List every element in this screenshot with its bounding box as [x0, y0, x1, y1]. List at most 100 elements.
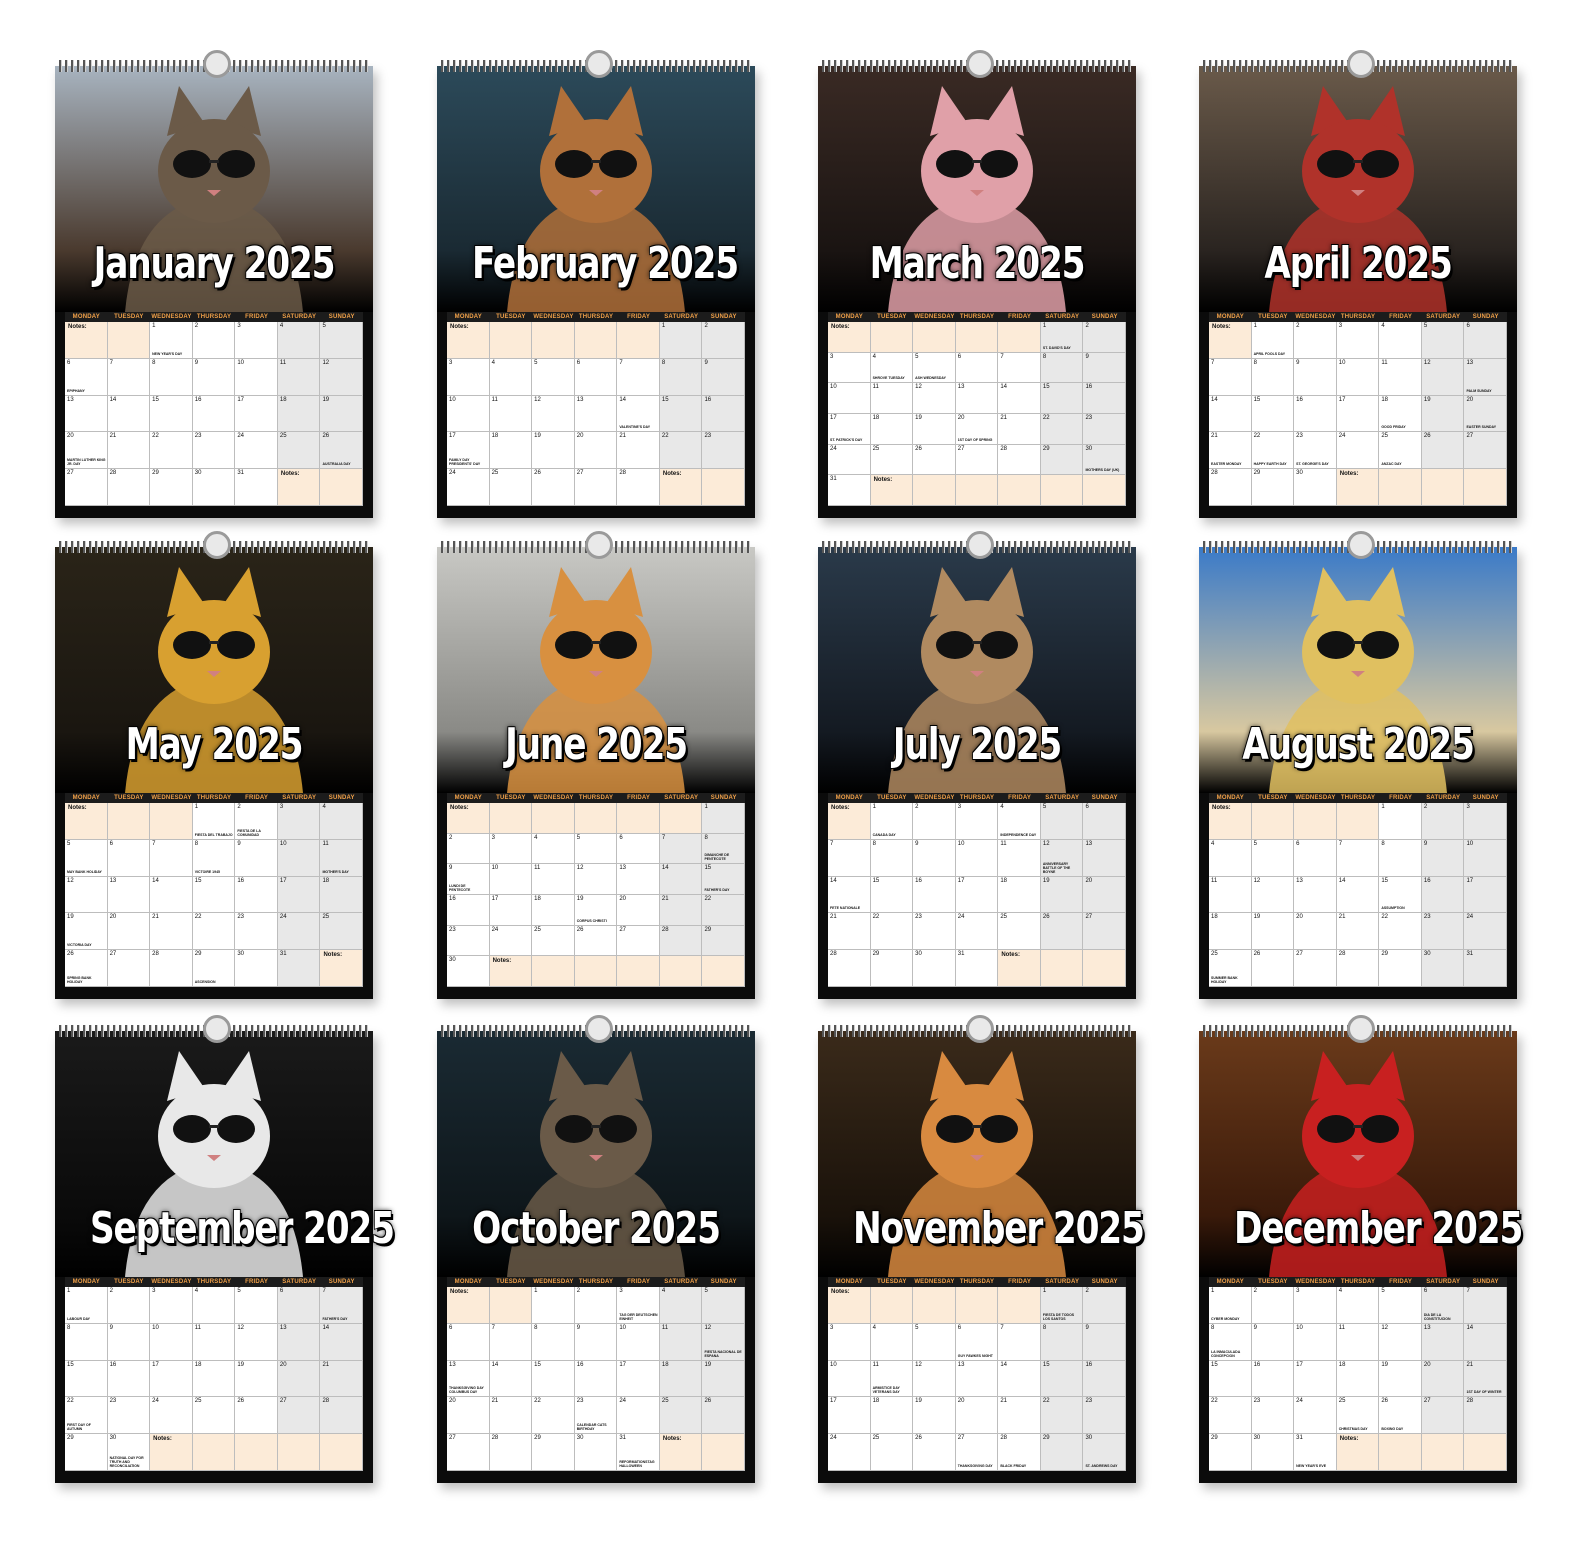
- day-cell: 16: [574, 1360, 618, 1398]
- day-cell: 29: [1379, 950, 1422, 987]
- month-grid: MONDAY TUESDAY WEDNESDAY THURSDAY FRIDAY SATU…: [65, 312, 364, 506]
- day-cell: 15: [532, 1360, 575, 1398]
- weekday-header: WEDNESDAY: [1295, 1279, 1336, 1285]
- day-number: 19: [534, 433, 541, 440]
- day-number: 28: [1211, 470, 1218, 477]
- week-row: Notes: 1 2 3: [1209, 803, 1508, 840]
- notes-cell: Notes:: [828, 322, 871, 353]
- notes-cell: [574, 322, 618, 359]
- day-cell: 13: [574, 395, 618, 433]
- weekday-header: FRIDAY: [245, 795, 269, 801]
- day-number: 19: [67, 914, 74, 921]
- day-cell: 22: [1040, 414, 1084, 445]
- day-cell: 20 EASTER SUNDAY: [1464, 395, 1508, 433]
- week-row: 6 7 8 9 10 11 12 FIESTA NACIONAL DE ESPANA: [447, 1323, 746, 1361]
- day-number: 31: [279, 951, 287, 958]
- day-number: 23: [915, 914, 922, 921]
- day-number: 8: [1211, 1324, 1215, 1331]
- day-cell: 18: [1336, 1360, 1380, 1398]
- week-row: 30 Notes:: [447, 956, 746, 988]
- day-number: 6: [1423, 1288, 1428, 1294]
- holiday-label: DIMANCHE DE PENTECOTE: [704, 853, 730, 862]
- day-cell: 2: [1421, 803, 1465, 840]
- day-cell: 13: [1421, 1323, 1465, 1361]
- day-cell: 1: [532, 1287, 575, 1324]
- day-cell: 8 DIMANCHE DE PENTECOTE: [702, 833, 746, 865]
- day-cell: 8: [532, 1323, 575, 1361]
- day-number: 27: [1085, 914, 1093, 921]
- notes-cell: Notes:: [277, 469, 321, 506]
- weekday-header: SUNDAY: [1472, 1279, 1499, 1285]
- day-number: 24: [957, 914, 965, 921]
- day-number: 28: [1000, 445, 1007, 452]
- week-row: Notes: 1 NEW YEAR'S DAY 2 3 4 5: [65, 322, 364, 359]
- notes-cell: Notes:: [320, 950, 364, 987]
- day-cell: 29: [532, 1434, 575, 1471]
- day-number: 23: [1423, 914, 1431, 921]
- day-number: 6: [1466, 323, 1470, 329]
- holiday-label: ARMISTICE DAY VETERANS DAY: [872, 1386, 900, 1395]
- month-grid: MONDAY TUESDAY WEDNESDAY THURSDAY FRIDAY SATU…: [447, 312, 746, 506]
- day-number: 20: [1466, 396, 1474, 403]
- day-number: 19: [1253, 914, 1261, 921]
- day-cell: 2: [107, 1287, 151, 1324]
- day-number: 7: [1000, 353, 1004, 360]
- day-cell: 30: [913, 950, 956, 987]
- day-cell: 22: [1209, 1397, 1252, 1435]
- notes-label: Notes:: [450, 324, 469, 330]
- week-row: 8 9 10 11 12 13 14: [65, 1323, 364, 1361]
- day-cell: 23: [235, 913, 278, 951]
- day-cell: 17: [1336, 395, 1380, 433]
- day-cell: 10: [1336, 358, 1380, 396]
- day-cell: 9: [235, 839, 278, 877]
- holiday-label: FETE NATIONALE: [830, 906, 861, 911]
- day-number: 11: [279, 359, 287, 366]
- holiday-label: BOXING DAY: [1381, 1427, 1404, 1432]
- day-cell: 10: [1464, 839, 1508, 877]
- notes-cell: [998, 1287, 1041, 1324]
- weekday-header: FRIDAY: [1008, 795, 1032, 801]
- calendar-page: April 2025 MONDAY TUESDAY WEDNESDAY THURSDAY…: [1199, 50, 1517, 518]
- day-number: 11: [1211, 877, 1218, 884]
- notes-cell: [1251, 803, 1295, 840]
- day-cell: 26: [235, 1397, 278, 1435]
- day-number: 14: [152, 877, 159, 884]
- day-cell: 8: [150, 358, 193, 396]
- day-number: 30: [237, 951, 244, 958]
- day-cell: 14: [1336, 876, 1380, 914]
- day-number: 21: [830, 914, 837, 921]
- day-number: 10: [449, 396, 456, 403]
- day-cell: 7: [107, 358, 151, 396]
- weekday-header-row: MONDAY TUESDAY WEDNESDAY THURSDAY FRIDAY SATU…: [447, 312, 745, 322]
- day-cell: 18: [489, 432, 533, 470]
- day-cell: 17 FAMILY DAY PRESIDENTS' DAY: [447, 432, 490, 470]
- day-number: 19: [915, 415, 922, 422]
- day-cell: 25: [998, 913, 1041, 951]
- day-number: 27: [67, 470, 74, 477]
- day-number: 23: [449, 926, 456, 933]
- notes-cell: Notes:: [1209, 322, 1252, 359]
- day-number: 10: [1338, 359, 1346, 366]
- holiday-label: FIESTA DEL TRABAJO: [194, 832, 233, 837]
- day-number: 27: [449, 1435, 456, 1442]
- day-cell: 22: [192, 913, 236, 951]
- weekday-header: WEDNESDAY: [1295, 795, 1336, 801]
- day-cell: 19: [1251, 913, 1295, 951]
- day-cell: 8 LA INMACULADA CONCEPCION: [1209, 1323, 1252, 1361]
- notes-label: Notes:: [662, 1436, 682, 1443]
- day-number: 1: [194, 804, 199, 810]
- day-number: 14: [1000, 384, 1007, 391]
- holiday-label: TAG DER DEUTSCHEN EINHEIT: [619, 1312, 658, 1321]
- day-cell: 7: [1209, 358, 1252, 396]
- day-cell: 30: [1251, 1434, 1295, 1471]
- day-number: 5: [1042, 804, 1047, 810]
- day-number: 23: [1085, 1398, 1093, 1405]
- day-number: 3: [1296, 1288, 1300, 1294]
- day-cell: 14: [107, 395, 151, 433]
- day-cell: 4 INDEPENDENCE DAY: [998, 803, 1041, 840]
- holiday-label: VICTOIRE 1945: [194, 869, 220, 874]
- day-cell: 13: [1083, 839, 1127, 877]
- holiday-label: LABOUR DAY: [67, 1316, 91, 1321]
- day-number: 9: [109, 1324, 113, 1331]
- day-cell: 28: [617, 469, 660, 506]
